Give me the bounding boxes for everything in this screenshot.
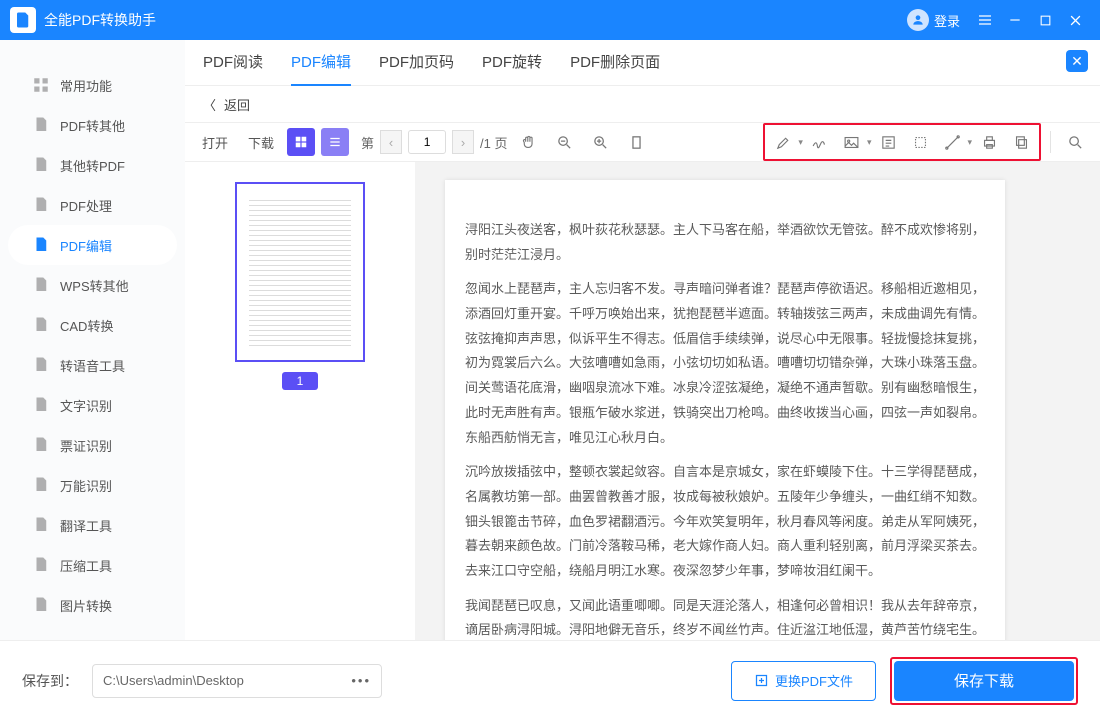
line-icon[interactable] — [937, 127, 967, 157]
tab-pdf-rotate[interactable]: PDF旋转 — [482, 40, 542, 86]
page-prefix: 第 — [361, 133, 374, 152]
maximize-button[interactable] — [1030, 5, 1060, 35]
app-title: 全能PDF转换助手 — [44, 10, 156, 30]
chevron-left-icon: 〈 — [203, 95, 216, 114]
menu-icon[interactable] — [970, 5, 1000, 35]
tab-pdf-edit[interactable]: PDF编辑 — [291, 40, 351, 86]
login-button[interactable]: 登录 — [907, 9, 960, 31]
page-total: /1 页 — [480, 133, 507, 152]
sidebar: 常用功能 PDF转其他 其他转PDF PDF处理 PDF编辑 WPS转其他 CA… — [0, 40, 185, 640]
zoom-in-icon[interactable] — [586, 127, 616, 157]
sidebar-item-image[interactable]: 图片转换 — [0, 585, 185, 625]
open-button[interactable]: 打开 — [195, 129, 235, 156]
tab-pdf-pagenum[interactable]: PDF加页码 — [379, 40, 454, 86]
save-path: C:\Users\admin\Desktop — [103, 673, 351, 688]
thumbnail-number: 1 — [282, 372, 318, 390]
toolbar: 打开 下载 第 ‹ › /1 页 ▾ ▾ ▾ — [185, 122, 1100, 162]
tab-pdf-read[interactable]: PDF阅读 — [203, 40, 263, 86]
single-page-icon[interactable] — [622, 127, 652, 157]
page-input[interactable] — [408, 130, 446, 154]
save-to-label: 保存到： — [22, 671, 78, 691]
browse-icon[interactable]: ••• — [351, 673, 371, 688]
back-button[interactable]: 〈返回 — [185, 86, 1100, 122]
signature-icon[interactable] — [805, 127, 835, 157]
app-logo — [10, 7, 36, 33]
copy-icon[interactable] — [1006, 127, 1036, 157]
sidebar-item-pdf-process[interactable]: PDF处理 — [0, 185, 185, 225]
preview-area[interactable]: 浔阳江头夜送客，枫叶荻花秋瑟瑟。主人下马客在船，举酒欲饮无管弦。醉不成欢惨将别，… — [415, 162, 1100, 640]
sidebar-item-other-to-pdf[interactable]: 其他转PDF — [0, 145, 185, 185]
paragraph: 我闻琵琶已叹息，又闻此语重唧唧。同是天涯沦落人，相逢何必曾相识！我从去年辞帝京，… — [465, 594, 985, 640]
thumbnail-panel: 1 — [185, 162, 415, 640]
sidebar-item-compress[interactable]: 压缩工具 — [0, 545, 185, 585]
next-page-button[interactable]: › — [452, 130, 474, 154]
annotation-toolbar: ▾ ▾ ▾ — [763, 123, 1041, 161]
sidebar-item-translate[interactable]: 翻译工具 — [0, 505, 185, 545]
close-button[interactable] — [1060, 5, 1090, 35]
minimize-button[interactable] — [1000, 5, 1030, 35]
tabs-close-icon[interactable]: ✕ — [1066, 50, 1088, 72]
sidebar-item-cad[interactable]: CAD转换 — [0, 305, 185, 345]
save-download-button[interactable]: 保存下载 — [894, 661, 1074, 701]
note-icon[interactable] — [873, 127, 903, 157]
titlebar: 全能PDF转换助手 登录 — [0, 0, 1100, 40]
chevron-down-icon[interactable]: ▾ — [867, 137, 872, 148]
sidebar-item-pdf-edit[interactable]: PDF编辑 — [8, 225, 177, 265]
sidebar-item-audio[interactable]: 转语音工具 — [0, 345, 185, 385]
tabs: PDF阅读 PDF编辑 PDF加页码 PDF旋转 PDF删除页面 ✕ — [185, 40, 1100, 86]
grid-view-icon[interactable] — [287, 128, 315, 156]
zoom-out-icon[interactable] — [550, 127, 580, 157]
sidebar-item-pdf-to-other[interactable]: PDF转其他 — [0, 105, 185, 145]
login-label: 登录 — [934, 11, 960, 30]
print-icon[interactable] — [974, 127, 1004, 157]
save-button-highlight: 保存下载 — [890, 657, 1078, 705]
page-content: 浔阳江头夜送客，枫叶荻花秋瑟瑟。主人下马客在船，举酒欲饮无管弦。醉不成欢惨将别，… — [445, 180, 1005, 640]
crop-icon[interactable] — [905, 127, 935, 157]
thumbnail-page-1[interactable] — [235, 182, 365, 362]
chevron-down-icon[interactable]: ▾ — [798, 137, 803, 148]
avatar-icon — [907, 9, 929, 31]
footer: 保存到： C:\Users\admin\Desktop ••• 更换PDF文件 … — [0, 640, 1100, 720]
paragraph: 沉吟放拨插弦中，整顿衣裳起敛容。自言本是京城女，家在虾蟆陵下住。十三学得琵琶成，… — [465, 460, 985, 583]
save-path-box[interactable]: C:\Users\admin\Desktop ••• — [92, 664, 382, 698]
image-icon[interactable] — [837, 127, 867, 157]
paragraph: 忽闻水上琵琶声，主人忘归客不发。寻声暗问弹者谁？琵琶声停欲语迟。移船相近邀相见，… — [465, 277, 985, 450]
search-icon[interactable] — [1060, 127, 1090, 157]
change-pdf-button[interactable]: 更换PDF文件 — [731, 661, 876, 701]
hand-tool-icon[interactable] — [514, 127, 544, 157]
chevron-down-icon[interactable]: ▾ — [967, 137, 972, 148]
highlight-icon[interactable] — [768, 127, 798, 157]
download-button[interactable]: 下载 — [241, 129, 281, 156]
list-view-icon[interactable] — [321, 128, 349, 156]
sidebar-item-wps[interactable]: WPS转其他 — [0, 265, 185, 305]
tab-pdf-delete[interactable]: PDF删除页面 — [570, 40, 660, 86]
sidebar-item-ocr[interactable]: 文字识别 — [0, 385, 185, 425]
prev-page-button[interactable]: ‹ — [380, 130, 402, 154]
paragraph: 浔阳江头夜送客，枫叶荻花秋瑟瑟。主人下马客在船，举酒欲饮无管弦。醉不成欢惨将别，… — [465, 218, 985, 267]
sidebar-item-ticket[interactable]: 票证识别 — [0, 425, 185, 465]
sidebar-item-universal[interactable]: 万能识别 — [0, 465, 185, 505]
sidebar-item-common[interactable]: 常用功能 — [0, 65, 185, 105]
